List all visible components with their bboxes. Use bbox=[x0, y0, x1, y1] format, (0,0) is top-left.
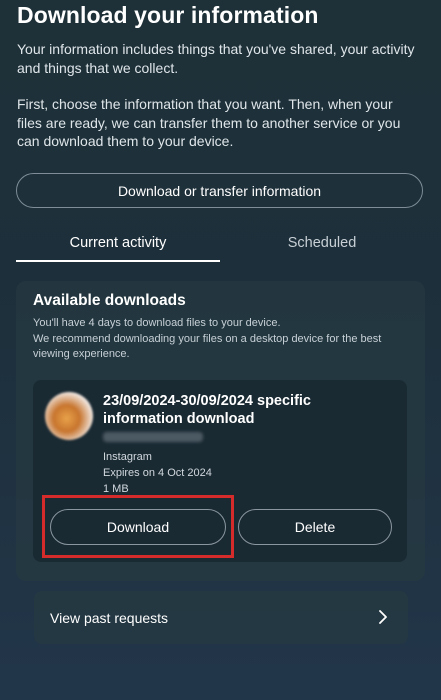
instructions-text: First, choose the information that you w… bbox=[17, 96, 401, 149]
tab-current-activity[interactable]: Current activity bbox=[16, 235, 220, 263]
download-item-title: 23/09/2024-30/09/2024 specific informati… bbox=[103, 393, 311, 427]
desktop-recommendation: We recommend downloading your files on a… bbox=[33, 332, 382, 361]
retention-notice: You'll have 4 days to download files to … bbox=[33, 317, 281, 329]
chevron-right-icon bbox=[379, 610, 387, 624]
download-item-source: Instagram bbox=[103, 451, 152, 463]
intro-text: Your information includes things that yo… bbox=[17, 41, 415, 76]
download-or-transfer-button[interactable]: Download or transfer information bbox=[16, 173, 423, 208]
download-item-expiry: Expires on 4 Oct 2024 bbox=[103, 467, 212, 479]
available-downloads-title: Available downloads bbox=[33, 292, 186, 309]
tab-current-activity-label: Current activity bbox=[69, 235, 167, 251]
download-or-transfer-label: Download or transfer information bbox=[117, 182, 322, 199]
blurred-username bbox=[103, 432, 203, 442]
tab-scheduled-label: Scheduled bbox=[287, 235, 357, 251]
delete-button[interactable]: Delete bbox=[238, 509, 392, 545]
view-past-requests-label: View past requests bbox=[50, 610, 169, 626]
download-item-size: 1 MB bbox=[103, 483, 129, 495]
highlight-box bbox=[42, 495, 234, 558]
active-tab-indicator bbox=[16, 260, 220, 262]
delete-button-label: Delete bbox=[294, 519, 336, 535]
avatar bbox=[45, 392, 93, 440]
tab-scheduled[interactable]: Scheduled bbox=[220, 235, 424, 263]
available-downloads-description: You'll have 4 days to download files to … bbox=[33, 316, 403, 363]
page-title: Download your information bbox=[17, 2, 319, 28]
